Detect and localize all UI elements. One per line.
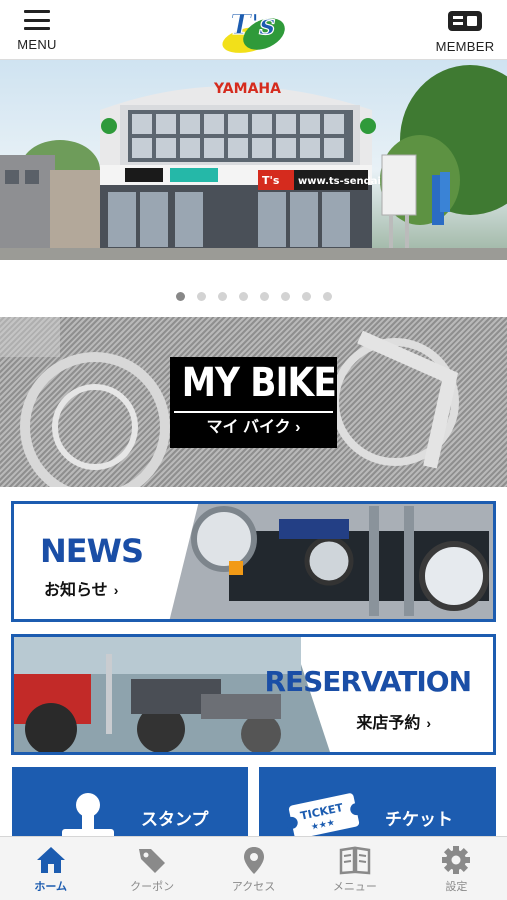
- my-bike-subtitle: マイ バイク ›: [174, 411, 333, 444]
- slider-indicator: [0, 292, 507, 308]
- store-photo: T's www.ts-sendai.co YAMAHA: [0, 65, 507, 260]
- news-card[interactable]: NEWS お知らせ ›: [11, 501, 496, 622]
- slider-dot[interactable]: [217, 292, 227, 301]
- slider-dot[interactable]: [238, 292, 248, 301]
- tab-settings[interactable]: 設定: [406, 837, 507, 900]
- my-bike-banner[interactable]: MY BIKE マイ バイク ›: [0, 317, 507, 487]
- news-title: NEWS: [40, 532, 144, 570]
- reservation-title: RESERVATION: [264, 665, 472, 698]
- tab-access[interactable]: アクセス: [203, 837, 304, 900]
- menu-label: MENU: [17, 37, 57, 52]
- news-subtitle: お知らせ: [44, 582, 108, 599]
- member-card-icon: [448, 11, 482, 31]
- member-button[interactable]: MEMBER: [433, 8, 497, 54]
- ts-logo[interactable]: T's: [220, 4, 290, 56]
- slider-dot[interactable]: [322, 292, 332, 301]
- my-bike-label-box[interactable]: MY BIKE マイ バイク ›: [170, 357, 337, 448]
- slider-dot[interactable]: [259, 292, 269, 301]
- ticket-label: チケット: [385, 810, 453, 829]
- tab-menu[interactable]: メニュー: [304, 837, 405, 900]
- ticket-icon: TICKET ★★★: [287, 793, 361, 839]
- coupon-tag-icon: [139, 849, 166, 873]
- tab-access-label: アクセス: [231, 881, 276, 893]
- svg-text:T's: T's: [262, 174, 280, 187]
- reservation-arrow-icon: ›: [426, 715, 431, 731]
- tab-settings-label: 設定: [445, 881, 468, 893]
- tab-home-label: ホーム: [34, 881, 68, 893]
- tab-coupon[interactable]: クーポン: [101, 837, 202, 900]
- reservation-subtitle: 来店予約: [356, 715, 421, 732]
- hamburger-icon: [24, 10, 50, 30]
- slider-dot[interactable]: [175, 292, 185, 301]
- news-subtitle-wrap: お知らせ ›: [44, 576, 118, 600]
- news-motorcycle-image: [169, 504, 493, 619]
- stamp-label: スタンプ: [141, 810, 209, 829]
- app-header: MENU T's MEMBER: [0, 0, 507, 60]
- news-arrow-icon: ›: [113, 582, 119, 598]
- slider-dot[interactable]: [301, 292, 311, 301]
- tab-menu-label: メニュー: [332, 881, 377, 893]
- tab-home[interactable]: ホーム: [0, 837, 101, 900]
- reservation-card[interactable]: RESERVATION 来店予約 ›: [11, 634, 496, 755]
- svg-text:T's: T's: [230, 8, 275, 41]
- gear-icon: [442, 846, 471, 874]
- menu-button[interactable]: MENU: [12, 8, 62, 54]
- member-label: MEMBER: [435, 39, 495, 54]
- map-pin-icon: [243, 847, 264, 874]
- yamaha-sign: YAMAHA: [213, 81, 281, 97]
- stamp-tile[interactable]: スタンプ: [12, 767, 248, 839]
- bottom-tab-bar: ホーム クーポン アクセス メニュー 設定: [0, 836, 507, 900]
- my-bike-title: MY BIKE: [181, 360, 337, 406]
- slider-dot[interactable]: [196, 292, 206, 301]
- slider-dot[interactable]: [280, 292, 290, 301]
- book-icon: [339, 846, 371, 875]
- reservation-subtitle-wrap: 来店予約 ›: [356, 709, 431, 733]
- ticket-tile[interactable]: TICKET ★★★ チケット: [259, 767, 496, 839]
- store-photo-slider[interactable]: T's www.ts-sendai.co YAMAHA: [0, 60, 507, 260]
- tab-coupon-label: クーポン: [130, 881, 175, 893]
- home-icon: [36, 847, 65, 873]
- stamp-icon: [62, 793, 114, 839]
